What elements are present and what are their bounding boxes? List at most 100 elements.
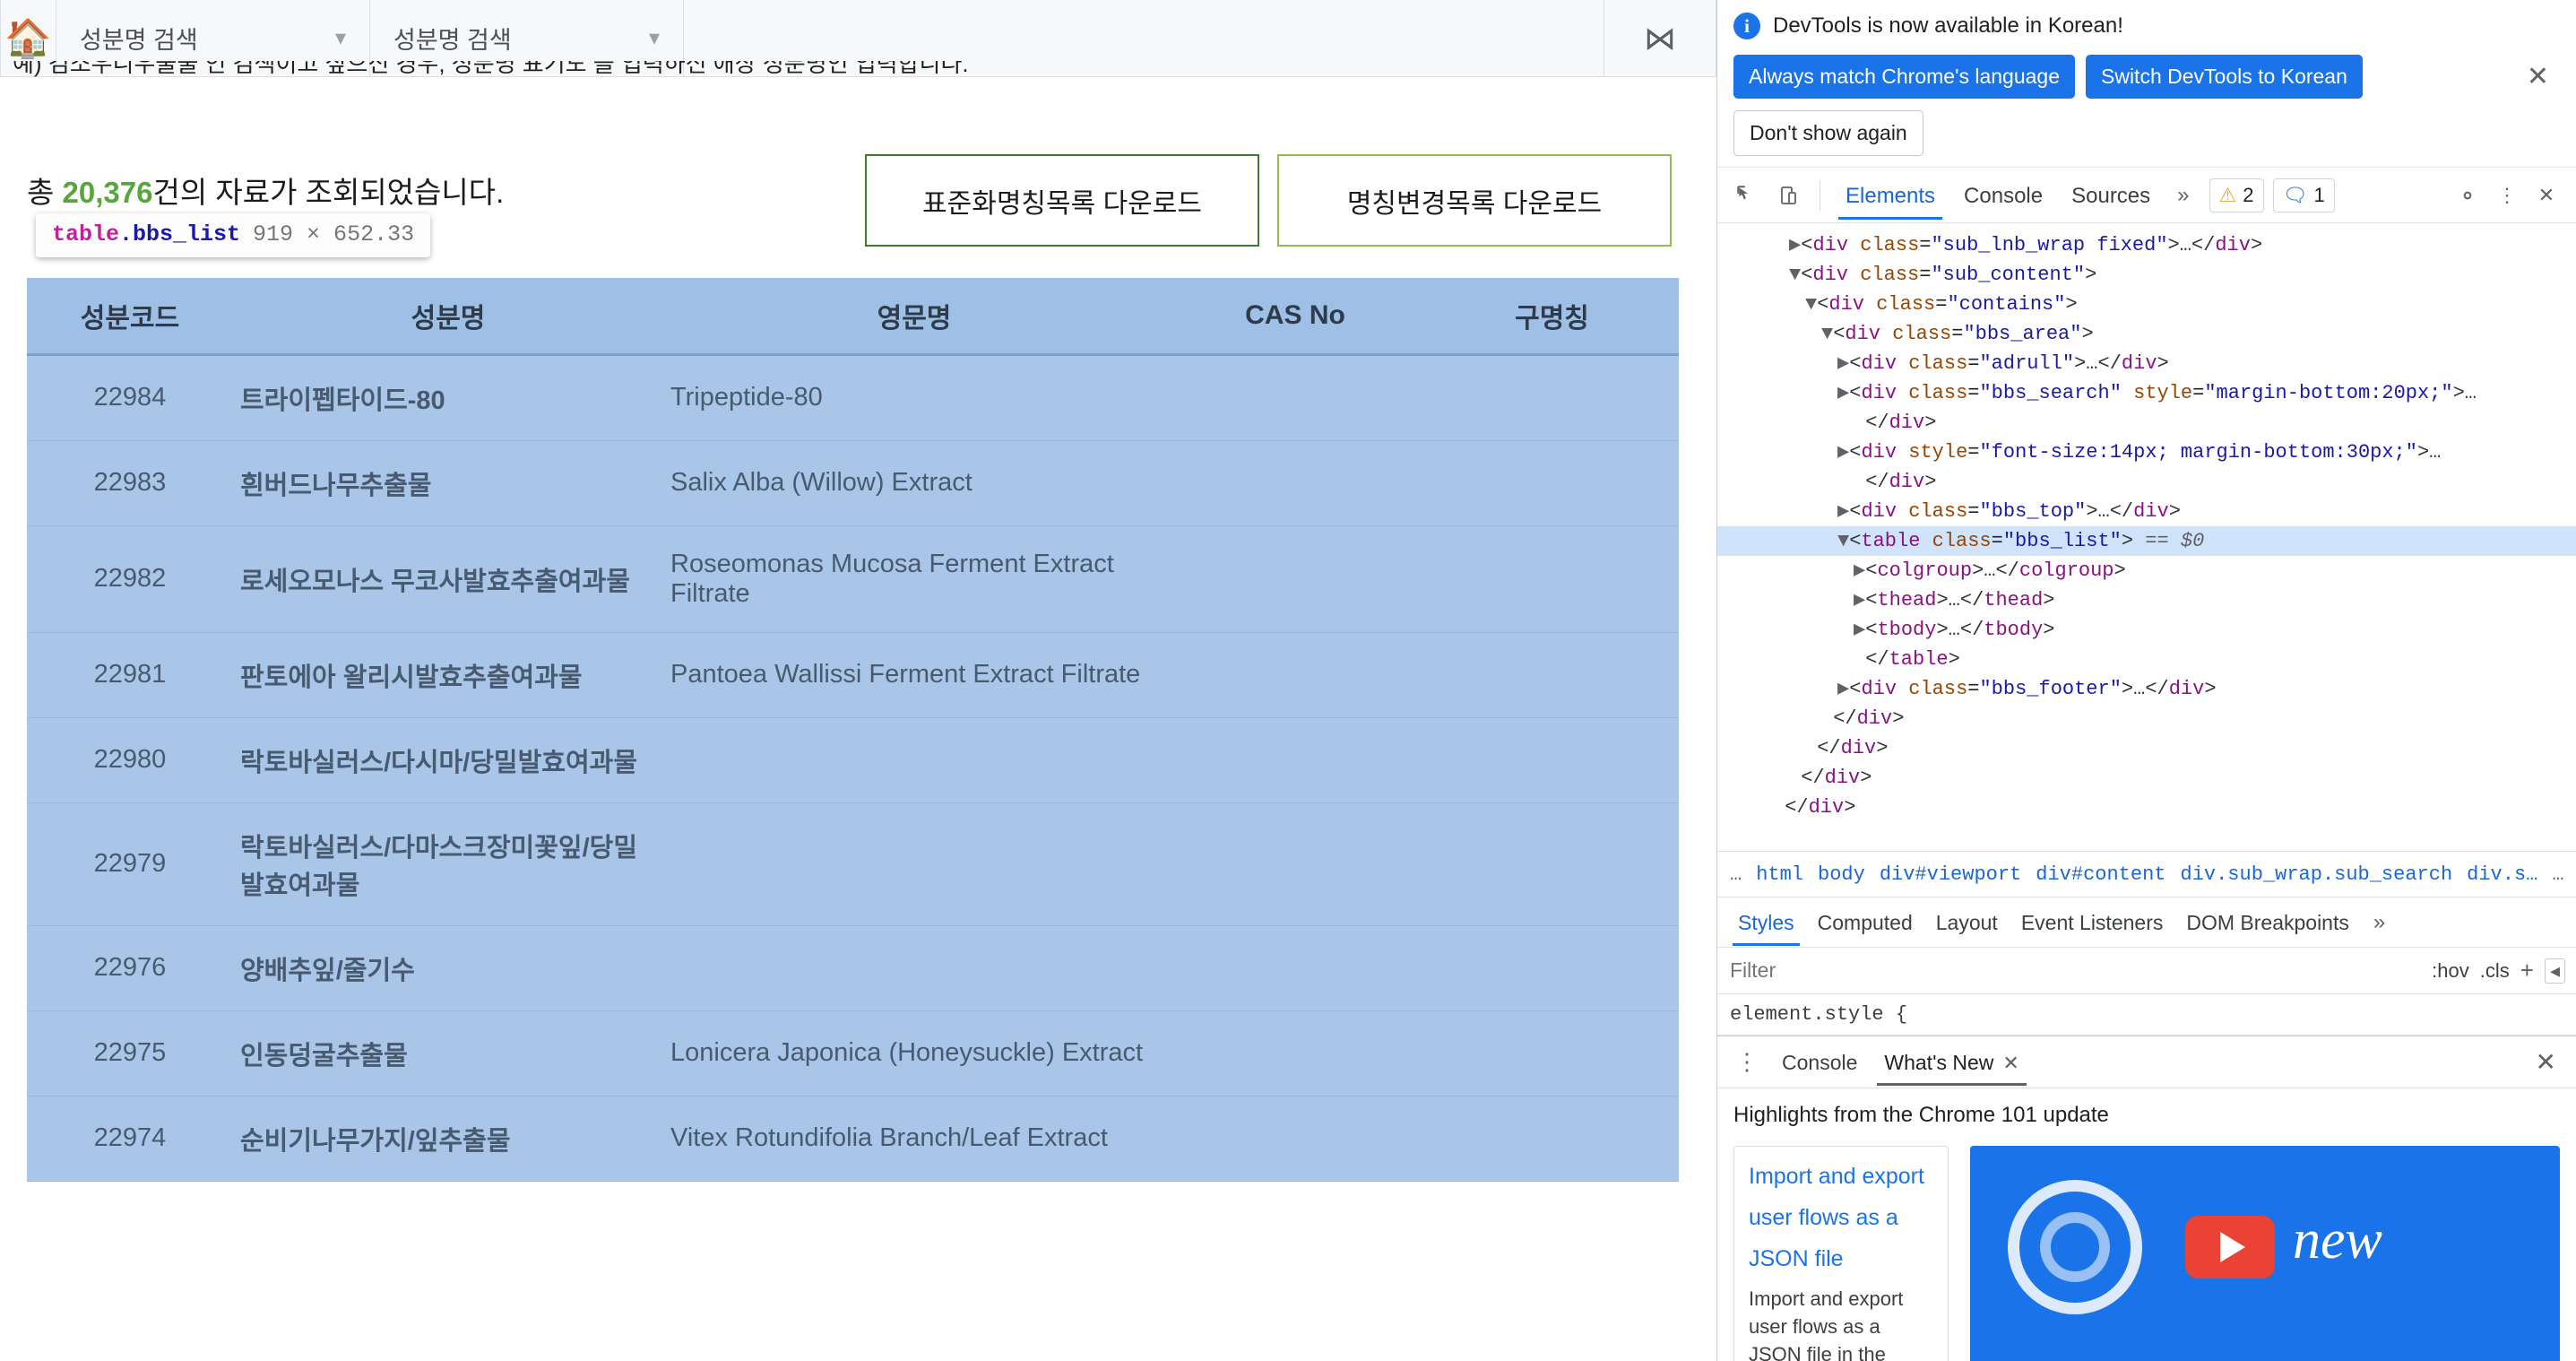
drawer-tab-console[interactable]: Console — [1771, 1038, 1868, 1086]
dom-node[interactable]: </div> — [1717, 793, 2576, 822]
table-row[interactable]: 22975 인동덩굴추출물 Lonicera Japonica (Honeysuck… — [27, 1010, 1679, 1097]
style-tab-layout[interactable]: Layout — [1926, 898, 2008, 946]
disclosure-triangle-icon[interactable]: ▶ — [1854, 589, 1865, 611]
inspect-element-icon[interactable] — [1728, 177, 1766, 214]
dom-node[interactable]: </div> — [1717, 408, 2576, 438]
gear-icon[interactable] — [2449, 177, 2486, 214]
disclosure-triangle-icon[interactable]: ▶ — [1854, 619, 1865, 641]
column-header-korean-name[interactable]: 성분명 — [233, 278, 663, 356]
plus-icon[interactable]: + — [2520, 957, 2534, 984]
more-vertical-icon[interactable]: ⋮ — [2488, 177, 2526, 214]
style-tab-computed[interactable]: Computed — [1808, 898, 1923, 946]
breadcrumb-item[interactable]: body — [1818, 863, 1865, 886]
dom-node[interactable]: ▶<thead>…</thead> — [1717, 585, 2576, 615]
whats-new-article[interactable]: Import and export user flows as a JSON f… — [1733, 1146, 1949, 1361]
devtools-dom-tree[interactable]: ▶<div class="sub_lnb_wrap fixed">…</div>… — [1717, 223, 2576, 851]
tooltip-tag-name: table — [52, 221, 120, 247]
tab-console[interactable]: Console — [1951, 171, 2055, 220]
breadcrumb-item[interactable]: div.sub_wrap.sub_search — [2181, 863, 2453, 886]
disclosure-triangle-icon[interactable]: ▶ — [1837, 678, 1849, 700]
warning-count-badge[interactable]: ⚠ 2 — [2209, 178, 2264, 212]
more-vertical-icon[interactable]: ⋮ — [1728, 1048, 1766, 1076]
dom-node[interactable]: ▼<div class="bbs_area"> — [1717, 319, 2576, 349]
article-link-line-1[interactable]: Import and export — [1749, 1161, 1933, 1192]
toggle-sidebar-icon[interactable]: ◂ — [2544, 958, 2565, 984]
disclosure-triangle-icon[interactable]: ▶ — [1789, 234, 1801, 256]
dom-node[interactable]: ▶<div style="font-size:14px; margin-bott… — [1717, 438, 2576, 467]
table-row[interactable]: 22982 로세오모나스 무코사발효추출여과물 Roseomonas Mucosa … — [27, 525, 1679, 633]
switch-to-korean-button[interactable]: Switch DevTools to Korean — [2086, 55, 2363, 99]
hover-state-toggle[interactable]: :hov — [2432, 959, 2469, 983]
breadcrumb-item[interactable]: … — [1730, 863, 1742, 886]
dom-node[interactable]: </div> — [1717, 704, 2576, 733]
tab-sources[interactable]: Sources — [2059, 171, 2163, 220]
close-icon[interactable]: ✕ — [2516, 61, 2560, 92]
table-row[interactable]: 22983 흰버드나무추출물 Salix Alba (Willow) Extract — [27, 440, 1679, 526]
disclosure-triangle-icon[interactable]: ▶ — [1837, 500, 1849, 523]
select-2-value: 성분명 검색 — [393, 27, 512, 54]
table-row[interactable]: 22976 양배추잎/줄기수 — [27, 925, 1679, 1011]
table-row[interactable]: 22979 락토바실러스/다마스크장미꽃잎/당밀발효여과물 — [27, 802, 1679, 926]
dom-node[interactable]: </div> — [1717, 763, 2576, 793]
article-link-line-2[interactable]: user flows as a — [1749, 1202, 1933, 1233]
disclosure-triangle-icon[interactable]: ▶ — [1837, 441, 1849, 464]
dom-node[interactable]: ▶<div class="bbs_footer">…</div> — [1717, 674, 2576, 704]
table-row[interactable]: 22984 트라이펩타이드-80 Tripeptide-80 — [27, 354, 1679, 441]
devtools-node-breadcrumb[interactable]: … html body div#viewport div#content div.sub_… — [1717, 851, 2576, 897]
disclosure-triangle-icon[interactable]: ▼ — [1837, 530, 1849, 552]
close-icon[interactable]: ✕ — [2002, 1052, 2018, 1074]
column-header-code[interactable]: 성분코드 — [27, 278, 233, 356]
dont-show-again-button[interactable]: Don't show again — [1733, 110, 1923, 156]
chevron-double-right-icon[interactable]: » — [2166, 183, 2200, 208]
download-standard-names-button[interactable]: 표준화명칭목록 다운로드 — [865, 154, 1259, 247]
article-link-line-3[interactable]: JSON file — [1749, 1244, 1933, 1274]
styles-filter-input[interactable] — [1728, 958, 2422, 984]
result-suffix: 건의 자료가 조회되었습니다. — [152, 176, 505, 209]
table-row[interactable]: 22974 순비기나무가지/잎추출물 Vitex Rotundifolia Bran… — [27, 1096, 1679, 1182]
disclosure-triangle-icon[interactable]: ▼ — [1789, 264, 1801, 286]
whats-new-banner-image[interactable]: new — [1970, 1146, 2560, 1361]
dom-node[interactable]: ▼<div class="contains"> — [1717, 290, 2576, 319]
drawer-tab-whats-new[interactable]: What's New ✕ — [1873, 1038, 2029, 1086]
table-row[interactable]: 22981 판토에아 왈리시발효추출여과물 Pantoea Wallissi Fer… — [27, 632, 1679, 718]
dom-node[interactable]: </div> — [1717, 467, 2576, 497]
dom-node[interactable]: ▶<div class="bbs_search" style="margin-b… — [1717, 378, 2576, 408]
dom-node[interactable]: ▶<colgroup>…</colgroup> — [1717, 556, 2576, 585]
column-header-english-name[interactable]: 영문명 — [663, 278, 1165, 356]
table-row[interactable]: 22980 락토바실러스/다시마/당밀발효여과물 — [27, 717, 1679, 803]
disclosure-triangle-icon[interactable]: ▼ — [1821, 323, 1833, 345]
breadcrumb-item[interactable]: div.s… — [2467, 863, 2537, 886]
column-header-cas-no[interactable]: CAS No — [1165, 278, 1425, 356]
message-count-badge[interactable]: 🗨 1 — [2272, 178, 2335, 212]
column-header-old-name[interactable]: 구명칭 — [1425, 278, 1679, 356]
disclosure-triangle-icon[interactable]: ▶ — [1837, 352, 1849, 375]
play-button-icon[interactable] — [2185, 1216, 2275, 1279]
style-tab-styles[interactable]: Styles — [1728, 898, 1804, 946]
style-tab-dom-breakpoints[interactable]: DOM Breakpoints — [2176, 898, 2359, 946]
always-match-language-button[interactable]: Always match Chrome's language — [1733, 55, 2075, 99]
dom-node[interactable]: ▼<div class="sub_content"> — [1717, 260, 2576, 290]
breadcrumb-item[interactable]: div#viewport — [1880, 863, 2021, 886]
dom-node[interactable]: ▶<div class="bbs_top">…</div> — [1717, 497, 2576, 526]
dom-node[interactable]: ▶<div class="sub_lnb_wrap fixed">…</div> — [1717, 230, 2576, 260]
dom-node[interactable]: </table> — [1717, 645, 2576, 674]
device-toolbar-icon[interactable] — [1769, 177, 1807, 214]
close-drawer-icon[interactable]: ✕ — [2527, 1047, 2565, 1077]
close-devtools-icon[interactable]: ✕ — [2528, 177, 2565, 214]
disclosure-triangle-icon[interactable]: ▼ — [1805, 293, 1817, 316]
dom-node[interactable]: </div> — [1717, 733, 2576, 763]
disclosure-triangle-icon[interactable]: ▶ — [1854, 559, 1865, 582]
download-changed-names-button[interactable]: 명칭변경목록 다운로드 — [1277, 154, 1672, 247]
breadcrumb-item[interactable]: … — [2552, 863, 2563, 886]
cell-cas-no — [1165, 717, 1425, 803]
dom-node-selected[interactable]: ⋯▼<table class="bbs_list"> == $0 — [1717, 526, 2576, 556]
chevron-double-right-icon[interactable]: » — [2363, 910, 2396, 935]
breadcrumb-item[interactable]: html — [1756, 863, 1803, 886]
breadcrumb-item[interactable]: div#content — [2036, 863, 2165, 886]
style-tab-event-listeners[interactable]: Event Listeners — [2011, 898, 2174, 946]
element-classes-toggle[interactable]: .cls — [2480, 959, 2510, 983]
dom-node[interactable]: ▶<div class="adrull">…</div> — [1717, 349, 2576, 378]
tab-elements[interactable]: Elements — [1833, 171, 1948, 220]
dom-node[interactable]: ▶<tbody>…</tbody> — [1717, 615, 2576, 645]
disclosure-triangle-icon[interactable]: ▶ — [1837, 382, 1849, 404]
